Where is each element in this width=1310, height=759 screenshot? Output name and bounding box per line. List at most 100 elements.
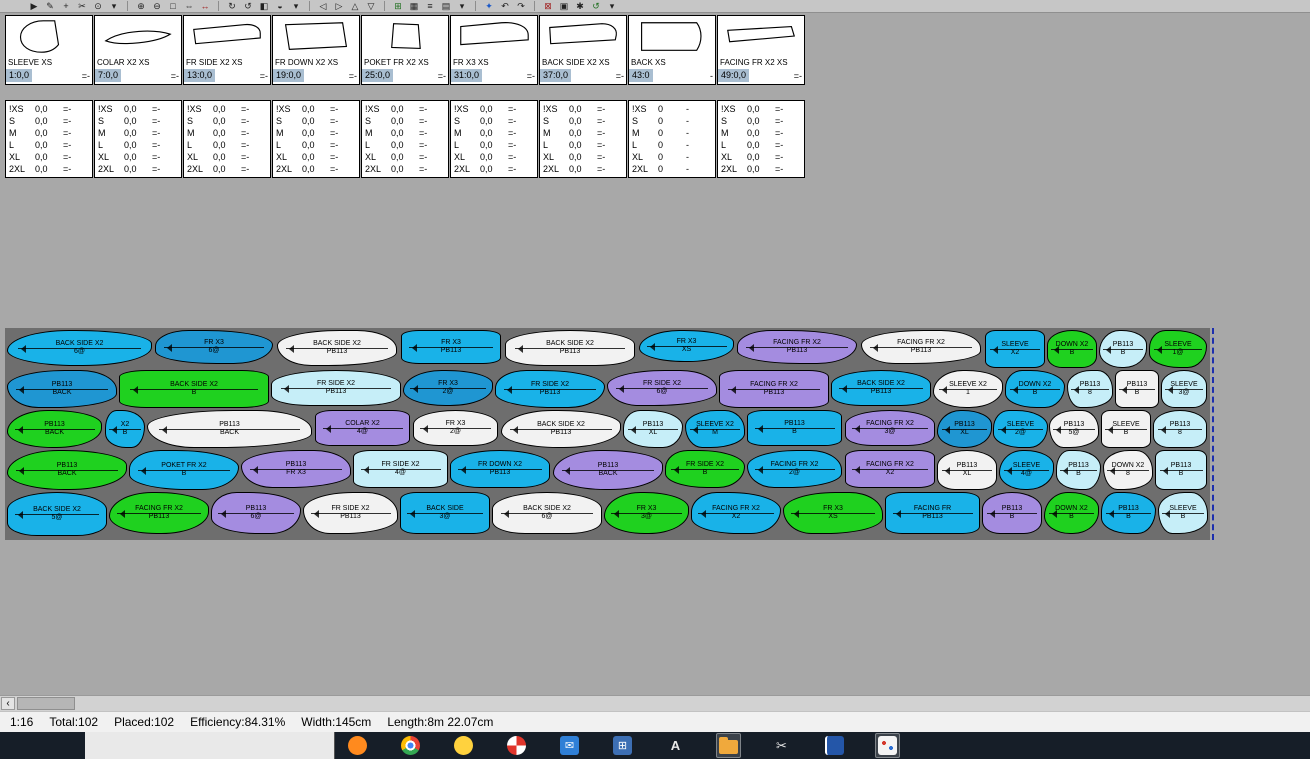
marker-piece[interactable]: FACING FRPB113 xyxy=(885,492,980,534)
size-table-sleeve-xs[interactable]: !XS0,0=-S0,0=-M0,0=-L0,0=-XL0,0=-2XL0,0=… xyxy=(5,100,93,178)
pen-icon[interactable]: ✎ xyxy=(44,1,56,12)
marker-piece[interactable]: BACK SIDE X2PB113 xyxy=(831,370,931,406)
marker-piece[interactable]: BACK SIDE3@ xyxy=(400,492,490,534)
marker-piece[interactable]: SLEEVEX2 xyxy=(985,330,1045,368)
marker-piece[interactable]: PB113B xyxy=(1056,450,1101,490)
marker-piece[interactable]: SLEEVE1@ xyxy=(1149,330,1207,368)
design-app-taskbar-button[interactable] xyxy=(504,733,529,758)
marker-piece[interactable]: BACK SIDE X2PB113 xyxy=(277,330,397,366)
marker-piece[interactable]: PB113BACK xyxy=(7,370,117,408)
marker-piece[interactable]: PB113XL xyxy=(937,450,997,490)
cut-icon[interactable]: ✂ xyxy=(76,1,88,12)
marker-piece[interactable]: PB1138 xyxy=(1153,410,1207,448)
marker-piece[interactable]: SLEEVE X21 xyxy=(933,370,1003,408)
marker-piece[interactable]: DOWN X2B xyxy=(1005,370,1065,408)
marker-piece[interactable]: DOWN X28 xyxy=(1103,450,1153,490)
dropdown-caret-icon[interactable]: ▾ xyxy=(108,1,120,12)
marker-piece[interactable]: PB113XL xyxy=(623,410,683,448)
marker-piece[interactable]: PB113B xyxy=(747,410,842,446)
marker-piece[interactable]: X2B xyxy=(105,410,145,448)
size-table-poket-fr-x2-xs[interactable]: !XS0,0=-S0,0=-M0,0=-L0,0=-XL0,0=-2XL0,0=… xyxy=(361,100,449,178)
marker-piece[interactable]: FR X3XS xyxy=(783,492,883,534)
marker-piece[interactable]: PB113XL xyxy=(937,410,992,448)
marker-piece[interactable]: FR X32@ xyxy=(403,370,493,406)
size-table-back-side-x2-xs[interactable]: !XS0,0=-S0,0=-M0,0=-L0,0=-XL0,0=-2XL0,0=… xyxy=(539,100,627,178)
marker-piece[interactable]: PB113FR X3 xyxy=(241,450,351,488)
dropdown-caret-icon[interactable]: ▾ xyxy=(456,1,468,12)
marker-piece[interactable]: PB113B xyxy=(1155,450,1207,490)
marker-piece[interactable]: SLEEVE X2M xyxy=(685,410,745,448)
size-table-fr-down-x2-xs[interactable]: !XS0,0=-S0,0=-M0,0=-L0,0=-XL0,0=-2XL0,0=… xyxy=(272,100,360,178)
marker-piece[interactable]: FR SIDE X24@ xyxy=(353,450,448,488)
marker-piece[interactable]: SLEEVEB xyxy=(1158,492,1208,534)
marker-piece[interactable]: FACING FR X2X2 xyxy=(845,450,935,488)
overlap-check-icon[interactable]: ⊠ xyxy=(542,1,554,12)
marker-piece[interactable]: FR SIDE X2PB113 xyxy=(303,492,398,534)
marker-piece[interactable]: FACING FR X2X2 xyxy=(691,492,781,534)
marker-piece[interactable]: FR X36@ xyxy=(155,330,273,364)
marker-piece[interactable]: FR DOWN X2PB113 xyxy=(450,450,550,488)
marker-piece[interactable]: SLEEVE4@ xyxy=(999,450,1054,490)
marker-piece[interactable]: POKET FR X2B xyxy=(129,450,239,490)
list-icon[interactable]: ≡ xyxy=(424,1,436,12)
grid-icon[interactable]: ⊞ xyxy=(392,1,404,12)
pattern-cad-app-taskbar-button[interactable] xyxy=(875,733,900,758)
marker-piece[interactable]: FACING FR X22@ xyxy=(747,450,842,488)
pieces-table-icon[interactable]: ▦ xyxy=(408,1,420,12)
snipping-tool-taskbar-button[interactable]: ✂ xyxy=(769,733,794,758)
marker-piece[interactable]: FR X33@ xyxy=(604,492,689,534)
align-top-icon[interactable]: △ xyxy=(349,1,361,12)
marker-piece[interactable]: PB113BACK xyxy=(553,450,663,490)
media-app-taskbar-button[interactable] xyxy=(451,733,476,758)
measure-icon[interactable]: ↔ xyxy=(199,1,211,12)
marker-piece[interactable]: FACING FR X2PB113 xyxy=(737,330,857,364)
rotate-cw-icon[interactable]: ↻ xyxy=(226,1,238,12)
dropdown-caret-icon[interactable]: ▾ xyxy=(290,1,302,12)
piece-card-fr-x3-xs[interactable]: FR X3 XS31:0,0=- xyxy=(450,15,538,85)
marker-piece[interactable]: FR SIDE X2PB113 xyxy=(271,370,401,406)
align-bottom-icon[interactable]: ▽ xyxy=(365,1,377,12)
marker-piece[interactable]: PB1135@ xyxy=(1049,410,1099,448)
marker-piece[interactable]: PB1136@ xyxy=(211,492,301,534)
add-point-icon[interactable]: + xyxy=(60,1,72,12)
piece-card-back-xs[interactable]: BACK XS43:0- xyxy=(628,15,716,85)
marker-piece[interactable]: FACING FR X2PB113 xyxy=(109,492,209,534)
auto-nest-icon[interactable]: ✦ xyxy=(483,1,495,12)
piece-card-poket-fr-x2-xs[interactable]: POKET FR X2 XS25:0,0=- xyxy=(361,15,449,85)
marker-piece[interactable]: FACING FR X23@ xyxy=(845,410,935,446)
marker-piece[interactable]: SLEEVEB xyxy=(1101,410,1151,448)
marker-piece[interactable]: PB113BACK xyxy=(7,450,127,490)
align-right-icon[interactable]: ▷ xyxy=(333,1,345,12)
flip-vertical-icon[interactable]: ◒ xyxy=(274,1,286,12)
marker-piece[interactable]: BACK SIDE X2B xyxy=(119,370,269,408)
calculator-taskbar-button[interactable]: ⊞ xyxy=(610,733,635,758)
marker-piece[interactable]: BACK SIDE X25@ xyxy=(7,492,107,536)
piece-card-fr-side-x2-xs[interactable]: FR SIDE X2 XS13:0,0=- xyxy=(183,15,271,85)
marker-piece[interactable]: PB1138 xyxy=(1067,370,1113,408)
file-explorer-taskbar-button[interactable] xyxy=(716,733,741,758)
drill-icon[interactable]: ⊙ xyxy=(92,1,104,12)
chrome-taskbar-button[interactable] xyxy=(398,733,423,758)
undo-icon[interactable]: ↶ xyxy=(499,1,511,12)
zoom-in-icon[interactable]: ⊕ xyxy=(135,1,147,12)
marker-piece[interactable]: PB113BACK xyxy=(7,410,102,448)
piece-card-fr-down-x2-xs[interactable]: FR DOWN X2 XS19:0,0=- xyxy=(272,15,360,85)
marker-piece[interactable]: FR SIDE X2PB113 xyxy=(495,370,605,408)
redo-icon[interactable]: ↷ xyxy=(515,1,527,12)
report-icon[interactable]: ▤ xyxy=(440,1,452,12)
marker-piece[interactable]: FR SIDE X26@ xyxy=(607,370,717,406)
mail-app-taskbar-button[interactable]: ✉ xyxy=(557,733,582,758)
pointer-icon[interactable]: ▶ xyxy=(28,1,40,12)
firefox-taskbar-button[interactable] xyxy=(345,733,370,758)
marker-piece[interactable]: BACK SIDE X26@ xyxy=(7,330,152,366)
marker-piece[interactable]: SLEEVE2@ xyxy=(993,410,1048,448)
size-table-fr-side-x2-xs[interactable]: !XS0,0=-S0,0=-M0,0=-L0,0=-XL0,0=-2XL0,0=… xyxy=(183,100,271,178)
marker-piece[interactable]: FACING FR X2PB113 xyxy=(861,330,981,364)
marker-piece[interactable]: BACK SIDE X26@ xyxy=(492,492,602,534)
marker-piece[interactable]: FACING FR X2PB113 xyxy=(719,370,829,408)
marker-piece[interactable]: BACK SIDE X2PB113 xyxy=(501,410,621,448)
piece-card-colar-x2-xs[interactable]: COLAR X2 XS7:0,0=- xyxy=(94,15,182,85)
marker-piece[interactable]: BACK SIDE X2PB113 xyxy=(505,330,635,366)
marker-piece[interactable]: PB113B xyxy=(1099,330,1147,368)
size-table-facing-fr-x2-xs[interactable]: !XS0,0=-S0,0=-M0,0=-L0,0=-XL0,0=-2XL0,0=… xyxy=(717,100,805,178)
